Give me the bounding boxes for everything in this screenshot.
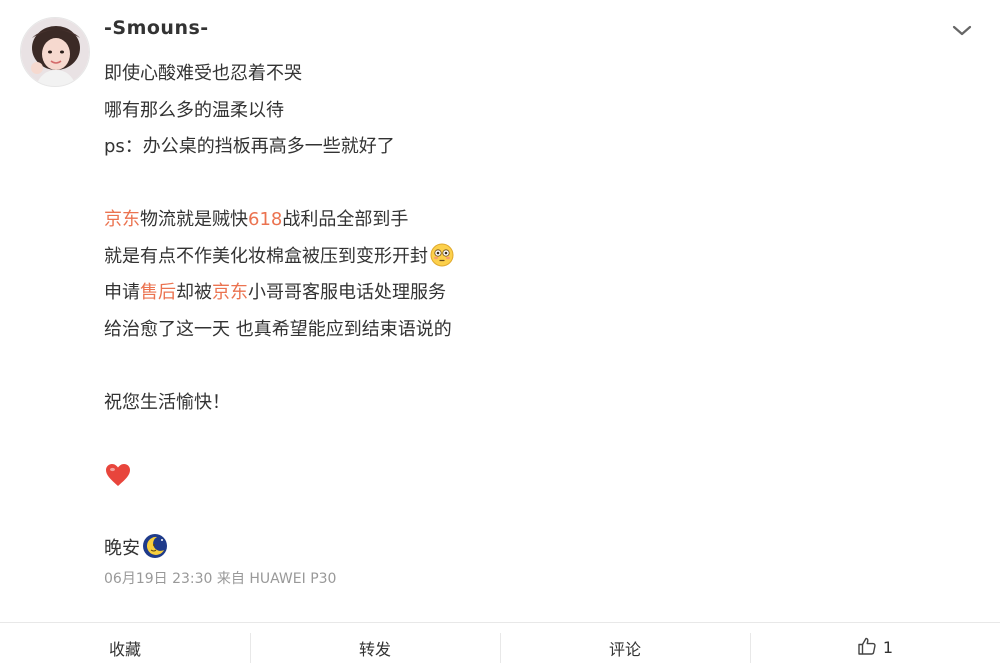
text-line: 即使心酸难受也忍着不哭 (104, 63, 302, 84)
link-after-sales[interactable]: 售后 (140, 282, 176, 303)
red-heart-icon (104, 463, 132, 493)
weibo-post: -Smouns- 即使心酸难受也忍着不哭 哪有那么多的温柔以待 ps：办公桌的挡… (0, 0, 1000, 620)
text-line: 京东物流就是贼快618战利品全部到手 (104, 209, 409, 230)
favorite-button[interactable]: 收藏 (0, 623, 250, 672)
like-count: 1 (882, 638, 894, 657)
text-line: 哪有那么多的温柔以待 (104, 99, 284, 121)
post-text: 即使心酸难受也忍着不哭 哪有那么多的温柔以待 ps：办公桌的挡板再高多一些就好了… (104, 56, 864, 567)
text-line: 祝您生活愉快！ (104, 391, 230, 413)
chevron-down-icon[interactable] (948, 18, 976, 42)
post-source: 来自 HUAWEI P30 (216, 571, 337, 587)
text-line: 申请售后却被京东小哥哥客服电话处理服务 (104, 282, 446, 303)
repost-button[interactable]: 转发 (250, 623, 500, 672)
text-line: 晚安 (104, 531, 864, 568)
link-jd[interactable]: 京东 (104, 209, 140, 230)
avatar-image (21, 18, 89, 86)
action-bar: 收藏 转发 评论 1 (0, 622, 1000, 672)
text-line: 就是有点不作美化妆棉盒被压到变形开封 (104, 239, 864, 276)
link-jd[interactable]: 京东 (212, 282, 248, 303)
post-meta: 06月19日 23:30 来自 HUAWEI P30 (104, 568, 336, 588)
post-time[interactable]: 06月19日 23:30 (104, 571, 212, 587)
moon-face-icon (142, 533, 168, 573)
comment-button[interactable]: 评论 (500, 623, 750, 672)
text-line: ps：办公桌的挡板再高多一些就好了 (104, 136, 395, 157)
username[interactable]: -Smouns- (104, 17, 209, 39)
text-line: 给治愈了这一天 也真希望能应到结束语说的 (104, 318, 452, 340)
like-button[interactable]: 1 (750, 623, 1000, 672)
avatar[interactable] (20, 17, 90, 87)
link-618[interactable]: 618 (248, 209, 282, 230)
heart-line (104, 458, 864, 495)
thumbs-up-icon (857, 636, 877, 660)
